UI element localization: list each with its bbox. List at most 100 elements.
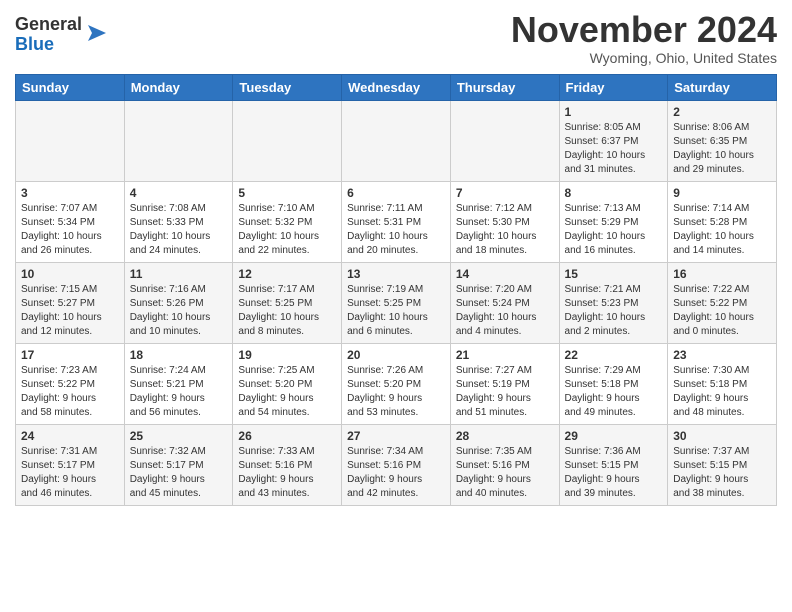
day-info: Sunrise: 7:21 AM Sunset: 5:23 PM Dayligh… <box>565 283 663 339</box>
weekday-header: Saturday <box>668 74 777 100</box>
day-info: Sunrise: 7:19 AM Sunset: 5:25 PM Dayligh… <box>347 283 445 339</box>
day-number: 7 <box>456 186 554 200</box>
calendar-day-cell <box>124 100 233 181</box>
day-info: Sunrise: 7:30 AM Sunset: 5:18 PM Dayligh… <box>673 364 771 420</box>
calendar-day-cell <box>16 100 125 181</box>
calendar-day-cell: 20Sunrise: 7:26 AM Sunset: 5:20 PM Dayli… <box>342 343 451 424</box>
calendar-day-cell: 30 Sunrise: 7:37 AM Sunset: 5:15 PM Dayli… <box>668 424 777 505</box>
day-number: 14 <box>456 267 554 281</box>
day-info: Sunrise: 7:32 AM Sunset: 5:17 PM Dayligh… <box>130 445 228 501</box>
calendar-day-cell: 24 Sunrise: 7:31 AM Sunset: 5:17 PM Dayli… <box>16 424 125 505</box>
day-number: 23 <box>673 348 771 362</box>
header: General Blue November 2024 Wyoming, Ohio… <box>15 10 777 66</box>
calendar-day-cell: 3 Sunrise: 7:07 AM Sunset: 5:34 PM Daylig… <box>16 181 125 262</box>
day-number: 12 <box>238 267 336 281</box>
calendar-day-cell: 9 Sunrise: 7:14 AM Sunset: 5:28 PM Daylig… <box>668 181 777 262</box>
calendar-day-cell: 1Sunrise: 8:05 AM Sunset: 6:37 PM Daylig… <box>559 100 668 181</box>
day-number: 26 <box>238 429 336 443</box>
day-number: 18 <box>130 348 228 362</box>
calendar-day-cell: 13 Sunrise: 7:19 AM Sunset: 5:25 PM Dayli… <box>342 262 451 343</box>
day-number: 16 <box>673 267 771 281</box>
day-info: Sunrise: 7:10 AM Sunset: 5:32 PM Dayligh… <box>238 202 336 258</box>
day-number: 20 <box>347 348 445 362</box>
calendar-day-cell: 25Sunrise: 7:32 AM Sunset: 5:17 PM Dayli… <box>124 424 233 505</box>
logo-general: General <box>15 14 82 34</box>
weekday-header: Wednesday <box>342 74 451 100</box>
day-number: 11 <box>130 267 228 281</box>
day-number: 19 <box>238 348 336 362</box>
day-number: 6 <box>347 186 445 200</box>
day-info: Sunrise: 7:20 AM Sunset: 5:24 PM Dayligh… <box>456 283 554 339</box>
calendar-day-cell: 23 Sunrise: 7:30 AM Sunset: 5:18 PM Dayli… <box>668 343 777 424</box>
weekday-header: Tuesday <box>233 74 342 100</box>
day-info: Sunrise: 7:08 AM Sunset: 5:33 PM Dayligh… <box>130 202 228 258</box>
weekday-header: Monday <box>124 74 233 100</box>
calendar-day-cell: 26 Sunrise: 7:33 AM Sunset: 5:16 PM Dayli… <box>233 424 342 505</box>
day-info: Sunrise: 7:13 AM Sunset: 5:29 PM Dayligh… <box>565 202 663 258</box>
day-number: 17 <box>21 348 119 362</box>
day-info: Sunrise: 7:31 AM Sunset: 5:17 PM Dayligh… <box>21 445 119 501</box>
title-block: November 2024 Wyoming, Ohio, United Stat… <box>511 10 777 66</box>
day-info: Sunrise: 7:12 AM Sunset: 5:30 PM Dayligh… <box>456 202 554 258</box>
calendar-week-row: 24 Sunrise: 7:31 AM Sunset: 5:17 PM Dayli… <box>16 424 777 505</box>
calendar-day-cell: 11Sunrise: 7:16 AM Sunset: 5:26 PM Dayli… <box>124 262 233 343</box>
calendar-day-cell: 10Sunrise: 7:15 AM Sunset: 5:27 PM Dayli… <box>16 262 125 343</box>
logo-blue: Blue <box>15 34 54 54</box>
calendar-day-cell: 16 Sunrise: 7:22 AM Sunset: 5:22 PM Dayli… <box>668 262 777 343</box>
day-number: 24 <box>21 429 119 443</box>
day-number: 13 <box>347 267 445 281</box>
calendar-day-cell: 17 Sunrise: 7:23 AM Sunset: 5:22 PM Dayli… <box>16 343 125 424</box>
calendar-week-row: 1Sunrise: 8:05 AM Sunset: 6:37 PM Daylig… <box>16 100 777 181</box>
day-number: 5 <box>238 186 336 200</box>
day-info: Sunrise: 7:24 AM Sunset: 5:21 PM Dayligh… <box>130 364 228 420</box>
calendar-day-cell <box>450 100 559 181</box>
calendar-week-row: 3 Sunrise: 7:07 AM Sunset: 5:34 PM Daylig… <box>16 181 777 262</box>
calendar-day-cell: 7 Sunrise: 7:12 AM Sunset: 5:30 PM Daylig… <box>450 181 559 262</box>
day-info: Sunrise: 7:37 AM Sunset: 5:15 PM Dayligh… <box>673 445 771 501</box>
day-info: Sunrise: 7:33 AM Sunset: 5:16 PM Dayligh… <box>238 445 336 501</box>
calendar-day-cell: 28 Sunrise: 7:35 AM Sunset: 5:16 PM Dayli… <box>450 424 559 505</box>
calendar-day-cell <box>233 100 342 181</box>
day-info: Sunrise: 7:36 AM Sunset: 5:15 PM Dayligh… <box>565 445 663 501</box>
day-info: Sunrise: 7:34 AM Sunset: 5:16 PM Dayligh… <box>347 445 445 501</box>
logo-text: General Blue <box>15 15 82 55</box>
weekday-header: Thursday <box>450 74 559 100</box>
calendar-day-cell: 5 Sunrise: 7:10 AM Sunset: 5:32 PM Daylig… <box>233 181 342 262</box>
calendar-day-cell: 2Sunrise: 8:06 AM Sunset: 6:35 PM Daylig… <box>668 100 777 181</box>
calendar-day-cell: 15Sunrise: 7:21 AM Sunset: 5:23 PM Dayli… <box>559 262 668 343</box>
day-number: 22 <box>565 348 663 362</box>
day-info: Sunrise: 7:35 AM Sunset: 5:16 PM Dayligh… <box>456 445 554 501</box>
day-number: 30 <box>673 429 771 443</box>
day-number: 9 <box>673 186 771 200</box>
calendar-table: SundayMondayTuesdayWednesdayThursdayFrid… <box>15 74 777 506</box>
day-number: 8 <box>565 186 663 200</box>
day-info: Sunrise: 7:07 AM Sunset: 5:34 PM Dayligh… <box>21 202 119 258</box>
day-info: Sunrise: 7:23 AM Sunset: 5:22 PM Dayligh… <box>21 364 119 420</box>
day-info: Sunrise: 7:22 AM Sunset: 5:22 PM Dayligh… <box>673 283 771 339</box>
weekday-header: Friday <box>559 74 668 100</box>
day-number: 27 <box>347 429 445 443</box>
day-number: 10 <box>21 267 119 281</box>
day-number: 3 <box>21 186 119 200</box>
day-number: 28 <box>456 429 554 443</box>
day-info: Sunrise: 7:29 AM Sunset: 5:18 PM Dayligh… <box>565 364 663 420</box>
calendar-week-row: 17 Sunrise: 7:23 AM Sunset: 5:22 PM Dayli… <box>16 343 777 424</box>
day-number: 21 <box>456 348 554 362</box>
day-info: Sunrise: 8:06 AM Sunset: 6:35 PM Dayligh… <box>673 121 771 177</box>
day-info: Sunrise: 7:14 AM Sunset: 5:28 PM Dayligh… <box>673 202 771 258</box>
day-number: 4 <box>130 186 228 200</box>
day-number: 29 <box>565 429 663 443</box>
calendar-day-cell: 4 Sunrise: 7:08 AM Sunset: 5:33 PM Daylig… <box>124 181 233 262</box>
calendar-day-cell: 19 Sunrise: 7:25 AM Sunset: 5:20 PM Dayli… <box>233 343 342 424</box>
calendar-day-cell: 22 Sunrise: 7:29 AM Sunset: 5:18 PM Dayli… <box>559 343 668 424</box>
day-number: 1 <box>565 105 663 119</box>
calendar-day-cell: 18 Sunrise: 7:24 AM Sunset: 5:21 PM Dayli… <box>124 343 233 424</box>
day-info: Sunrise: 7:17 AM Sunset: 5:25 PM Dayligh… <box>238 283 336 339</box>
calendar-day-cell: 21Sunrise: 7:27 AM Sunset: 5:19 PM Dayli… <box>450 343 559 424</box>
day-info: Sunrise: 7:11 AM Sunset: 5:31 PM Dayligh… <box>347 202 445 258</box>
logo: General Blue <box>15 15 112 55</box>
calendar-day-cell <box>342 100 451 181</box>
logo-icon <box>84 19 112 47</box>
day-info: Sunrise: 7:25 AM Sunset: 5:20 PM Dayligh… <box>238 364 336 420</box>
calendar-day-cell: 8 Sunrise: 7:13 AM Sunset: 5:29 PM Daylig… <box>559 181 668 262</box>
